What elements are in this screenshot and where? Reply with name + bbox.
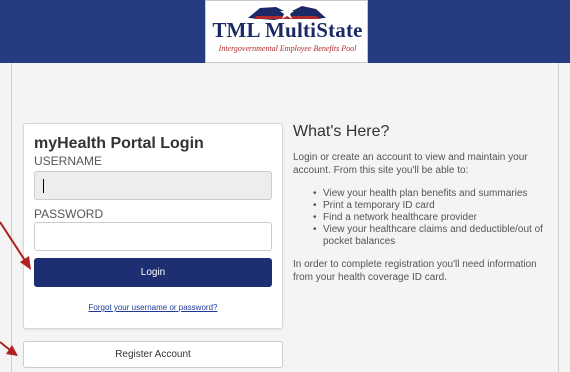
- username-label: USERNAME: [34, 154, 103, 168]
- password-label: PASSWORD: [34, 207, 104, 221]
- list-item: Find a network healthcare provider: [313, 212, 558, 224]
- username-input[interactable]: [34, 171, 272, 200]
- forgot-credentials-link[interactable]: Forgot your username or password?: [24, 303, 282, 312]
- whats-here-intro: Login or create an account to view and m…: [293, 152, 528, 176]
- list-item: Print a temporary ID card: [313, 200, 558, 212]
- logo-tagline: Intergovernmental Employee Benefits Pool: [218, 44, 357, 53]
- list-item: View your healthcare claims and deductib…: [313, 224, 558, 248]
- whats-here-title: What's Here?: [293, 123, 390, 140]
- whats-here-panel: What's Here? Login or create an account …: [293, 123, 558, 284]
- arrow-to-register-icon: [0, 341, 18, 356]
- login-card: myHealth Portal Login USERNAME PASSWORD …: [23, 123, 283, 329]
- logo-title: TML MultiState: [212, 18, 363, 42]
- login-title: myHealth Portal Login: [34, 135, 204, 152]
- feature-list: View your health plan benefits and summa…: [293, 188, 558, 248]
- frame-border-right: [558, 63, 559, 372]
- logo[interactable]: TML MultiState Intergovernmental Employe…: [205, 0, 368, 63]
- whats-here-outro: In order to complete registration you'll…: [293, 259, 537, 283]
- frame-border-left: [11, 63, 12, 372]
- register-account-button[interactable]: Register Account: [23, 341, 283, 368]
- list-item: View your health plan benefits and summa…: [313, 188, 558, 200]
- password-input[interactable]: [34, 222, 272, 251]
- login-button[interactable]: Login: [34, 258, 272, 287]
- text-caret: [43, 179, 44, 193]
